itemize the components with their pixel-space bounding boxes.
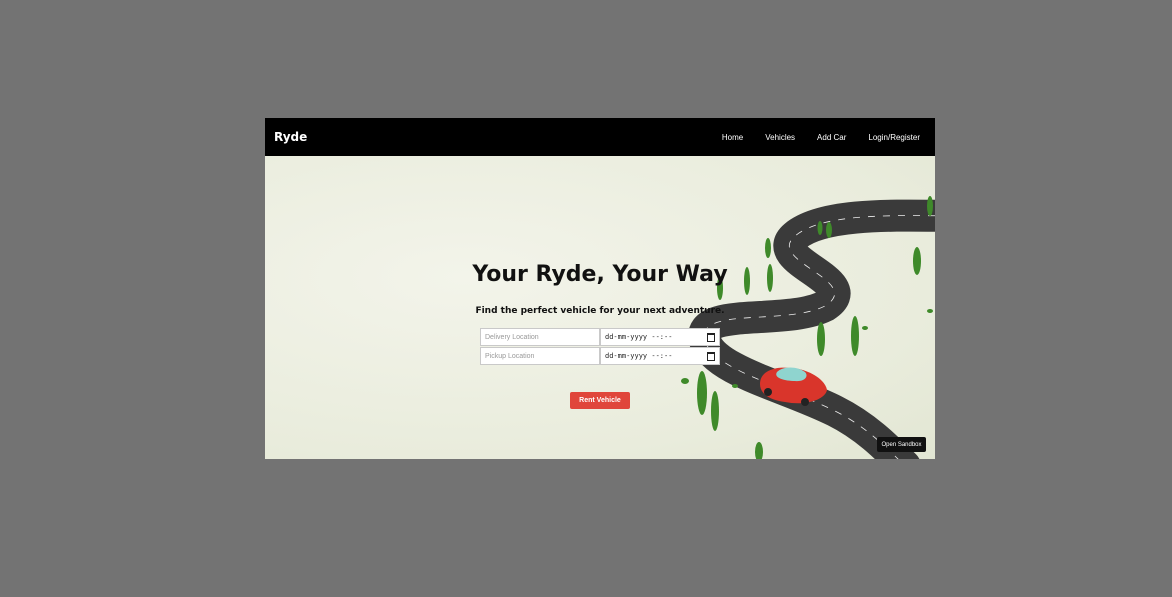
nav-link-home[interactable]: Home (722, 133, 743, 142)
pickup-date-input[interactable]: dd-mm-yyyy --:-- (600, 347, 720, 365)
delivery-row: Delivery Location dd-mm-yyyy --:-- (480, 328, 720, 346)
app-window: Ryde Home Vehicles Add Car Login/Registe… (265, 118, 935, 459)
hero-subtitle: Find the perfect vehicle for your next a… (475, 306, 725, 316)
pickup-date-value: dd-mm-yyyy --:-- (605, 352, 673, 360)
calendar-icon[interactable] (707, 351, 715, 361)
hero-section: Your Ryde, Your Way Find the perfect veh… (265, 156, 935, 459)
rental-form: Delivery Location dd-mm-yyyy --:-- Picku… (480, 328, 720, 366)
pickup-row: Pickup Location dd-mm-yyyy --:-- (480, 347, 720, 365)
calendar-icon[interactable] (707, 332, 715, 342)
delivery-location-input[interactable]: Delivery Location (480, 328, 600, 346)
nav-link-add-car[interactable]: Add Car (817, 133, 846, 142)
nav-links: Home Vehicles Add Car Login/Register (700, 133, 920, 142)
navbar: Ryde Home Vehicles Add Car Login/Registe… (265, 118, 935, 156)
delivery-date-value: dd-mm-yyyy --:-- (605, 333, 673, 341)
delivery-date-input[interactable]: dd-mm-yyyy --:-- (600, 328, 720, 346)
open-sandbox-button[interactable]: Open Sandbox (877, 437, 926, 452)
nav-link-login-register[interactable]: Login/Register (868, 133, 920, 142)
hero-title: Your Ryde, Your Way (472, 262, 728, 287)
nav-link-vehicles[interactable]: Vehicles (765, 133, 795, 142)
rent-vehicle-button[interactable]: Rent Vehicle (570, 392, 630, 409)
brand-logo[interactable]: Ryde (274, 130, 307, 144)
pickup-location-input[interactable]: Pickup Location (480, 347, 600, 365)
